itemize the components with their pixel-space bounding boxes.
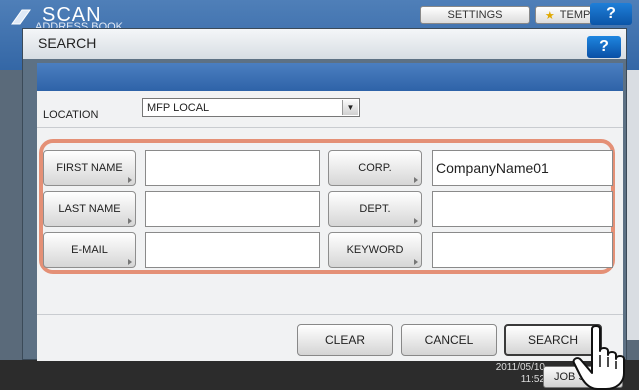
corp-label: CORP. xyxy=(358,162,392,174)
first-name-field[interactable] xyxy=(145,150,320,186)
arrow-icon xyxy=(414,259,418,265)
arrow-icon xyxy=(128,259,132,265)
first-name-label: FIRST NAME xyxy=(56,162,123,174)
corp-button[interactable]: CORP. xyxy=(328,150,422,186)
dialog-header: SEARCH ? xyxy=(23,29,626,59)
hand-pointer-icon xyxy=(572,325,625,390)
location-select[interactable]: MFP LOCAL ▼ xyxy=(142,98,360,117)
first-name-button[interactable]: FIRST NAME xyxy=(43,150,136,186)
keyword-field[interactable] xyxy=(432,232,613,268)
dialog-title: SEARCH xyxy=(38,35,97,51)
dept-label: DEPT. xyxy=(359,203,391,215)
dropdown-arrow-icon[interactable]: ▼ xyxy=(342,100,358,115)
location-label: LOCATION xyxy=(43,109,99,121)
arrow-icon xyxy=(128,177,132,183)
dialog-band xyxy=(37,63,623,91)
background-help-button[interactable]: ? xyxy=(590,3,632,25)
dept-button[interactable]: DEPT. xyxy=(328,191,422,227)
cancel-label: CANCEL xyxy=(424,333,474,347)
dialog-help-button[interactable]: ? xyxy=(587,36,621,58)
keyword-button[interactable]: KEYWORD xyxy=(328,232,422,268)
clear-button[interactable]: CLEAR xyxy=(297,324,393,356)
email-label: E-MAIL xyxy=(71,244,108,256)
settings-button[interactable]: SETTINGS xyxy=(420,6,530,24)
last-name-label: LAST NAME xyxy=(58,203,121,215)
arrow-icon xyxy=(128,218,132,224)
star-icon: ★ xyxy=(544,9,555,22)
search-dialog: SEARCH ? LOCATION MFP LOCAL ▼ FIRST NAME… xyxy=(22,28,627,361)
keyword-label: KEYWORD xyxy=(346,244,404,256)
email-button[interactable]: E-MAIL xyxy=(43,232,136,268)
scan-icon xyxy=(11,9,31,25)
clock-time: 11:52 xyxy=(520,374,545,385)
dept-field[interactable] xyxy=(432,191,613,227)
search-label: SEARCH xyxy=(527,333,578,347)
settings-label: SETTINGS xyxy=(447,9,503,21)
arrow-icon xyxy=(414,177,418,183)
clock: 2011/05/10 11:52 xyxy=(485,362,545,386)
last-name-field[interactable] xyxy=(145,191,320,227)
clock-date: 2011/05/10 xyxy=(495,362,545,373)
location-value: MFP LOCAL xyxy=(147,102,210,114)
divider xyxy=(37,314,623,315)
background-panel xyxy=(625,70,639,340)
divider xyxy=(37,127,623,128)
cancel-button[interactable]: CANCEL xyxy=(401,324,497,356)
arrow-icon xyxy=(414,218,418,224)
last-name-button[interactable]: LAST NAME xyxy=(43,191,136,227)
clear-label: CLEAR xyxy=(324,333,365,347)
corp-field[interactable]: CompanyName01 xyxy=(432,150,613,186)
email-field[interactable] xyxy=(145,232,320,268)
